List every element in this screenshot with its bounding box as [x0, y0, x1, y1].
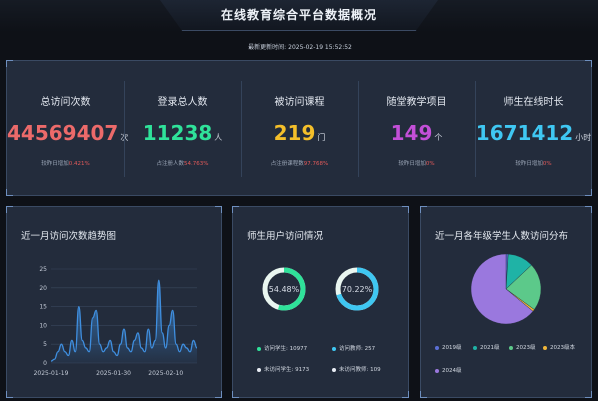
ring-students[interactable]: 54.48% — [262, 267, 306, 311]
stat-change-value: 97.768% — [303, 161, 329, 167]
stat-unit: 个 — [434, 133, 443, 142]
legend-2023[interactable]: 2023级 — [509, 343, 536, 351]
legend-label: 2023级本 — [550, 345, 575, 351]
legend-label: 访问学生: 10977 — [264, 346, 308, 352]
stat-number: 149 — [390, 121, 433, 145]
stat-change: 较昨日增加0% — [475, 159, 592, 167]
trend-x-tick: 2025-01-19 — [34, 370, 69, 377]
stat-label: 随堂教学项目 — [386, 97, 447, 108]
stat-value: 11238 人 — [124, 121, 241, 145]
legend-label: 2019级 — [442, 345, 462, 351]
legend-2019[interactable]: 2019级 — [435, 343, 462, 351]
stat-label: 总访问次数 — [40, 97, 91, 108]
stat-change-value: 54.763% — [184, 161, 209, 167]
trend-y-tick: 0 — [43, 360, 47, 367]
stat-change-label: 较昨日增加 — [515, 161, 543, 167]
trend-chart[interactable]: 0 5 10 15 20 25 2025-01-19 2025-01-30 2025-02-1… — [7, 207, 221, 397]
trend-area — [51, 280, 197, 363]
trend-panel: 近一月访问次数趋势图 0 5 10 15 20 25 2025-01-19 2025-01-… — [6, 206, 222, 398]
trend-x-tick: 2025-01-30 — [96, 370, 131, 377]
stat-visited-courses: 被访问课程 219 门 占注册课程数97.768% — [241, 61, 358, 197]
trend-y-tick: 25 — [39, 266, 47, 273]
legend-unvisited-teachers: 未访问教师: 109 — [332, 365, 381, 373]
stat-number: 219 — [273, 121, 316, 145]
stat-label: 登录总人数 — [157, 97, 208, 108]
stat-value: 219 门 — [241, 121, 358, 145]
legend-label: 2021级 — [480, 345, 500, 351]
stat-label: 师生在线时长 — [503, 97, 564, 108]
stat-change-label: 占注册课程数 — [270, 161, 304, 167]
stat-value: 44569407次 — [7, 121, 128, 145]
stat-value: 1671412 小时 — [475, 121, 592, 145]
stat-change: 较昨日增加0% — [358, 159, 475, 167]
users-panel: 师生用户访问情况 54.48% 70.22% 访问学生: 10977 访问教师:… — [232, 206, 409, 398]
stat-unit: 人 — [214, 133, 223, 142]
trend-y-tick: 10 — [39, 322, 47, 329]
legend-label: 2023级 — [516, 345, 536, 351]
stat-change: 较昨日增加0.421% — [7, 159, 124, 167]
last-updated-time: 2025-02-19 15:52:52 — [288, 44, 352, 51]
legend-visited-students: 访问学生: 10977 — [257, 344, 307, 352]
page-title: 在线教育综合平台数据概况 — [220, 8, 377, 22]
ring-teachers-label: 70.22% — [342, 285, 373, 294]
stat-total-logins: 登录总人数 11238 人 占注册人数54.763% — [124, 61, 241, 197]
legend-unvisited-students: 未访问学生: 9173 — [257, 365, 309, 373]
stat-change-value: 0.421% — [68, 161, 90, 167]
stat-number: 11238 — [142, 121, 213, 145]
stat-value: 149 个 — [358, 121, 475, 145]
stat-change-label: 较昨日增加 — [398, 161, 426, 167]
stat-change: 占注册课程数97.768% — [241, 159, 358, 167]
last-updated: 最新更新时间: 2025-02-19 15:52:52 — [0, 42, 598, 51]
legend-label: 访问教师: 257 — [339, 346, 376, 352]
stat-number: 1671412 — [475, 121, 574, 145]
stat-online-hours: 师生在线时长 1671412 小时 较昨日增加0% — [475, 61, 592, 197]
trend-y-tick: 5 — [43, 341, 47, 348]
stat-change-label: 较昨日增加 — [41, 161, 69, 167]
legend-label: 未访问学生: 9173 — [264, 367, 310, 373]
stats-panel: 总访问次数 44569407次 较昨日增加0.421% 登录总人数 11238人… — [6, 60, 592, 196]
legend-2023-ben[interactable]: 2023级本 — [543, 343, 575, 351]
stat-number: 44569407 — [7, 121, 119, 145]
legend-label: 未访问教师: 109 — [339, 367, 381, 373]
grades-panel: 近一月各年级学生人数访问分布 2019级 2021级 2023级 2023级本 … — [420, 206, 592, 398]
stat-unit: 小时 — [575, 133, 592, 142]
ring-teachers[interactable]: 70.22% — [335, 267, 379, 311]
stat-class-projects: 随堂教学项目 149 个 较昨日增加0% — [358, 61, 475, 197]
stat-change-value: 0% — [425, 161, 435, 167]
legend-visited-teachers: 访问教师: 257 — [332, 344, 375, 352]
trend-y-tick: 15 — [39, 304, 47, 311]
legend-2024[interactable]: 2024级 — [435, 366, 462, 374]
last-updated-label: 最新更新时间: — [248, 44, 287, 51]
stat-change-value: 0% — [542, 161, 552, 167]
stat-change: 占注册人数54.763% — [124, 159, 241, 167]
stat-total-visits: 总访问次数 44569407次 较昨日增加0.421% — [7, 61, 128, 197]
ring-students-label: 54.48% — [269, 285, 300, 294]
trend-x-tick: 2025-02-10 — [148, 370, 183, 377]
trend-y-tick: 20 — [39, 285, 47, 292]
stat-change-label: 占注册人数 — [156, 161, 185, 167]
stat-label: 被访问课程 — [274, 97, 325, 108]
legend-label: 2024级 — [442, 368, 462, 374]
legend-2021[interactable]: 2021级 — [473, 343, 500, 351]
stat-unit: 门 — [317, 133, 326, 142]
